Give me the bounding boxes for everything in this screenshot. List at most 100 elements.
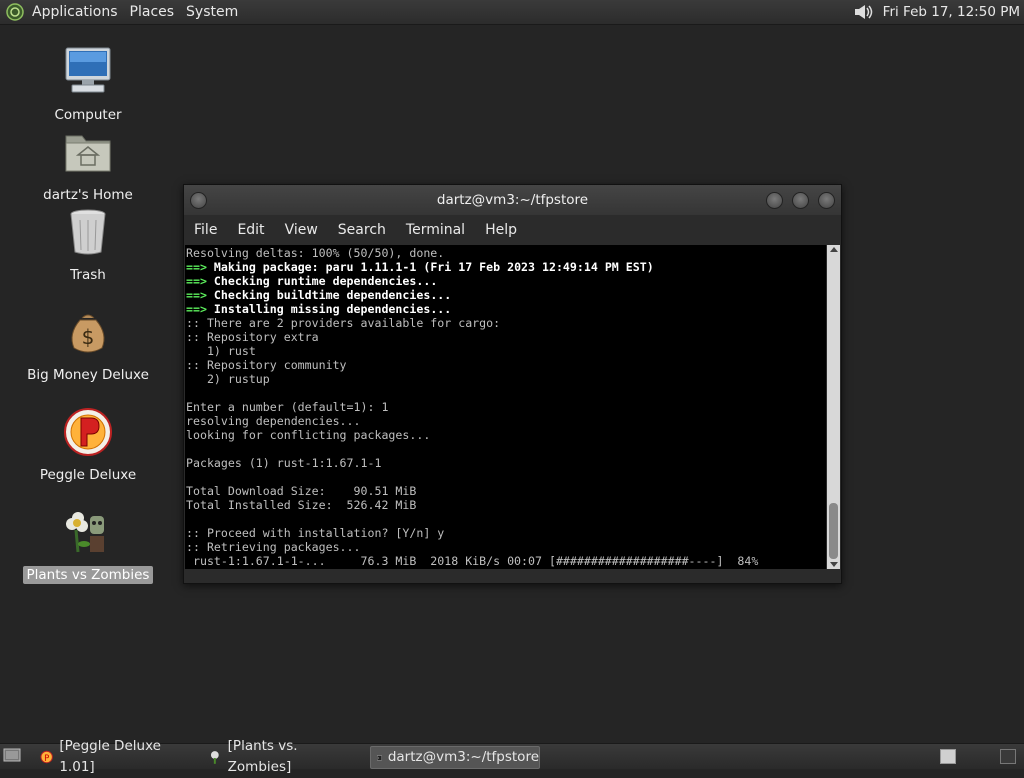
terminal-line: ==> Making package: paru 1.11.1-1 (Fri 1…	[186, 260, 826, 274]
menu-view[interactable]: View	[275, 217, 328, 243]
terminal-line: Total Installed Size: 526.42 MiB	[186, 498, 826, 512]
terminal-line-text: Enter a number (default=1): 1	[186, 400, 389, 414]
workspace-2[interactable]	[1000, 749, 1016, 764]
gnome-foot-icon[interactable]	[6, 3, 24, 21]
show-desktop-icon[interactable]	[3, 748, 21, 764]
terminal-line-text: Packages (1) rust-1:1.67.1-1	[186, 456, 382, 470]
computer-icon	[65, 47, 111, 93]
desktop-icon-label: Peggle Deluxe	[39, 467, 137, 483]
desktop-icon-big-money[interactable]: $ Big Money Deluxe	[18, 304, 158, 384]
terminal-line-text: Checking buildtime dependencies...	[206, 288, 452, 302]
terminal-line-text: 2) rustup	[186, 372, 270, 386]
terminal-line-text: resolving dependencies...	[186, 414, 361, 428]
window-menu-button[interactable]	[190, 192, 207, 209]
trash-icon	[70, 209, 106, 255]
terminal-line: ==> Installing missing dependencies...	[186, 302, 826, 316]
terminal-line: :: Proceed with installation? [Y/n] y	[186, 526, 826, 540]
taskbar-item-terminal[interactable]: dartz@vm3:~/tfpstore	[370, 746, 540, 769]
terminal-line-text: :: Repository community	[186, 358, 347, 372]
terminal-icon	[377, 755, 382, 760]
terminal-line-text: :: Repository extra	[186, 330, 319, 344]
taskbar-item-label: [Peggle Deluxe 1.01]	[59, 737, 161, 775]
system-menu[interactable]: System	[180, 0, 244, 24]
taskbar-item-label: [Plants vs. Zombies]	[227, 737, 298, 775]
scroll-down-arrow-icon[interactable]	[830, 562, 838, 567]
desktop-icon-trash[interactable]: Trash	[18, 204, 158, 284]
terminal-line: ==> Checking buildtime dependencies...	[186, 288, 826, 302]
taskbar-item-plants-vs-zombies[interactable]: [Plants vs. Zombies]	[202, 738, 362, 775]
window-titlebar[interactable]: dartz@vm3:~/tfpstore	[184, 185, 841, 215]
terminal-line: :: Repository community	[186, 358, 826, 372]
minimize-button[interactable]	[766, 192, 783, 209]
terminal-output[interactable]: Resolving deltas: 100% (50/50), done. ==>…	[185, 245, 826, 569]
terminal-line-text: :: Proceed with installation? [Y/n] y	[186, 526, 445, 540]
terminal-line: rust-1:1.67.1-1-... 76.3 MiB 2018 KiB/s …	[186, 554, 826, 568]
desktop-icon-computer[interactable]: Computer	[18, 44, 158, 124]
volume-icon[interactable]	[853, 3, 875, 21]
terminal-line: Enter a number (default=1): 1	[186, 400, 826, 414]
terminal-window[interactable]: dartz@vm3:~/tfpstore File Edit View Sear…	[183, 184, 842, 584]
clock[interactable]: Fri Feb 17, 12:50 PM	[883, 4, 1020, 20]
desktop-icon-label: Plants vs Zombies	[22, 566, 154, 584]
terminal-line-text: :: There are 2 providers available for c…	[186, 316, 501, 330]
terminal-line: Total Download Size: 90.51 MiB	[186, 484, 826, 498]
terminal-line-text: Checking runtime dependencies...	[206, 274, 438, 288]
scrollbar-thumb[interactable]	[829, 503, 838, 559]
prompt-arrow: ==>	[186, 302, 207, 316]
terminal-line-text: Resolving deltas: 100% (50/50), done.	[186, 246, 445, 260]
workspace-1[interactable]	[940, 749, 956, 764]
terminal-line: ==> Checking runtime dependencies...	[186, 274, 826, 288]
close-button[interactable]	[818, 192, 835, 209]
plants-vs-zombies-icon	[66, 512, 104, 553]
terminal-lines: Resolving deltas: 100% (50/50), done. ==>…	[185, 245, 826, 568]
scroll-up-arrow-icon[interactable]	[830, 247, 838, 252]
terminal-line: 2) rustup	[186, 372, 826, 386]
menu-file[interactable]: File	[184, 217, 227, 243]
menu-help[interactable]: Help	[475, 217, 527, 243]
applications-menu[interactable]: Applications	[26, 0, 124, 24]
terminal-line: :: There are 2 providers available for c…	[186, 316, 826, 330]
terminal-line-text: :: Retrieving packages...	[186, 540, 361, 554]
taskbar-item-peggle[interactable]: P [Peggle Deluxe 1.01]	[34, 738, 194, 775]
terminal-line-text: rust-1:1.67.1-1-... 76.3 MiB 2018 KiB/s …	[186, 554, 759, 568]
plants-vs-zombies-icon	[210, 750, 219, 764]
terminal-line-text: 1) rust	[186, 344, 256, 358]
terminal-line-text: Total Installed Size: 526.42 MiB	[186, 498, 417, 512]
prompt-arrow: ==>	[186, 288, 207, 302]
menu-terminal[interactable]: Terminal	[396, 217, 475, 243]
desktop-icon-label: Computer	[54, 107, 122, 123]
terminal-line: 1) rust	[186, 344, 826, 358]
desktop-icon-peggle[interactable]: Peggle Deluxe	[18, 404, 158, 484]
menu-search[interactable]: Search	[328, 217, 396, 243]
menu-edit[interactable]: Edit	[227, 217, 274, 243]
window-title: dartz@vm3:~/tfpstore	[436, 192, 589, 208]
terminal-line: Resolving deltas: 100% (50/50), done.	[186, 246, 826, 260]
maximize-button[interactable]	[792, 192, 809, 209]
taskbar-item-label: dartz@vm3:~/tfpstore	[387, 749, 539, 765]
money-bag-icon: $	[71, 314, 105, 353]
top-panel: Applications Places System Fri Feb 17, 1…	[0, 0, 1024, 25]
terminal-line-text: Total Download Size: 90.51 MiB	[186, 484, 417, 498]
terminal-line: looking for conflicting packages...	[186, 428, 826, 442]
desktop-icon-home[interactable]: dartz's Home	[18, 124, 158, 204]
home-folder-icon	[65, 135, 111, 172]
desktop-icon-label: Trash	[70, 267, 106, 283]
terminal-line: resolving dependencies...	[186, 414, 826, 428]
terminal-scrollbar[interactable]	[827, 245, 840, 569]
places-menu[interactable]: Places	[124, 0, 181, 24]
terminal-line-text: Making package: paru 1.11.1-1 (Fri 17 Fe…	[206, 260, 654, 274]
desktop-icon-plants-vs-zombies[interactable]: Plants vs Zombies	[18, 504, 158, 584]
desktop-icon-label: dartz's Home	[43, 187, 133, 203]
terminal-line: Packages (1) rust-1:1.67.1-1	[186, 456, 826, 470]
svg-text:$: $	[82, 325, 95, 349]
terminal-menubar: File Edit View Search Terminal Help	[184, 217, 841, 243]
prompt-arrow: ==>	[186, 260, 207, 274]
terminal-line: :: Retrieving packages...	[186, 540, 826, 554]
prompt-arrow: ==>	[186, 274, 207, 288]
peggle-icon: P	[40, 750, 53, 763]
peggle-icon	[64, 408, 112, 456]
